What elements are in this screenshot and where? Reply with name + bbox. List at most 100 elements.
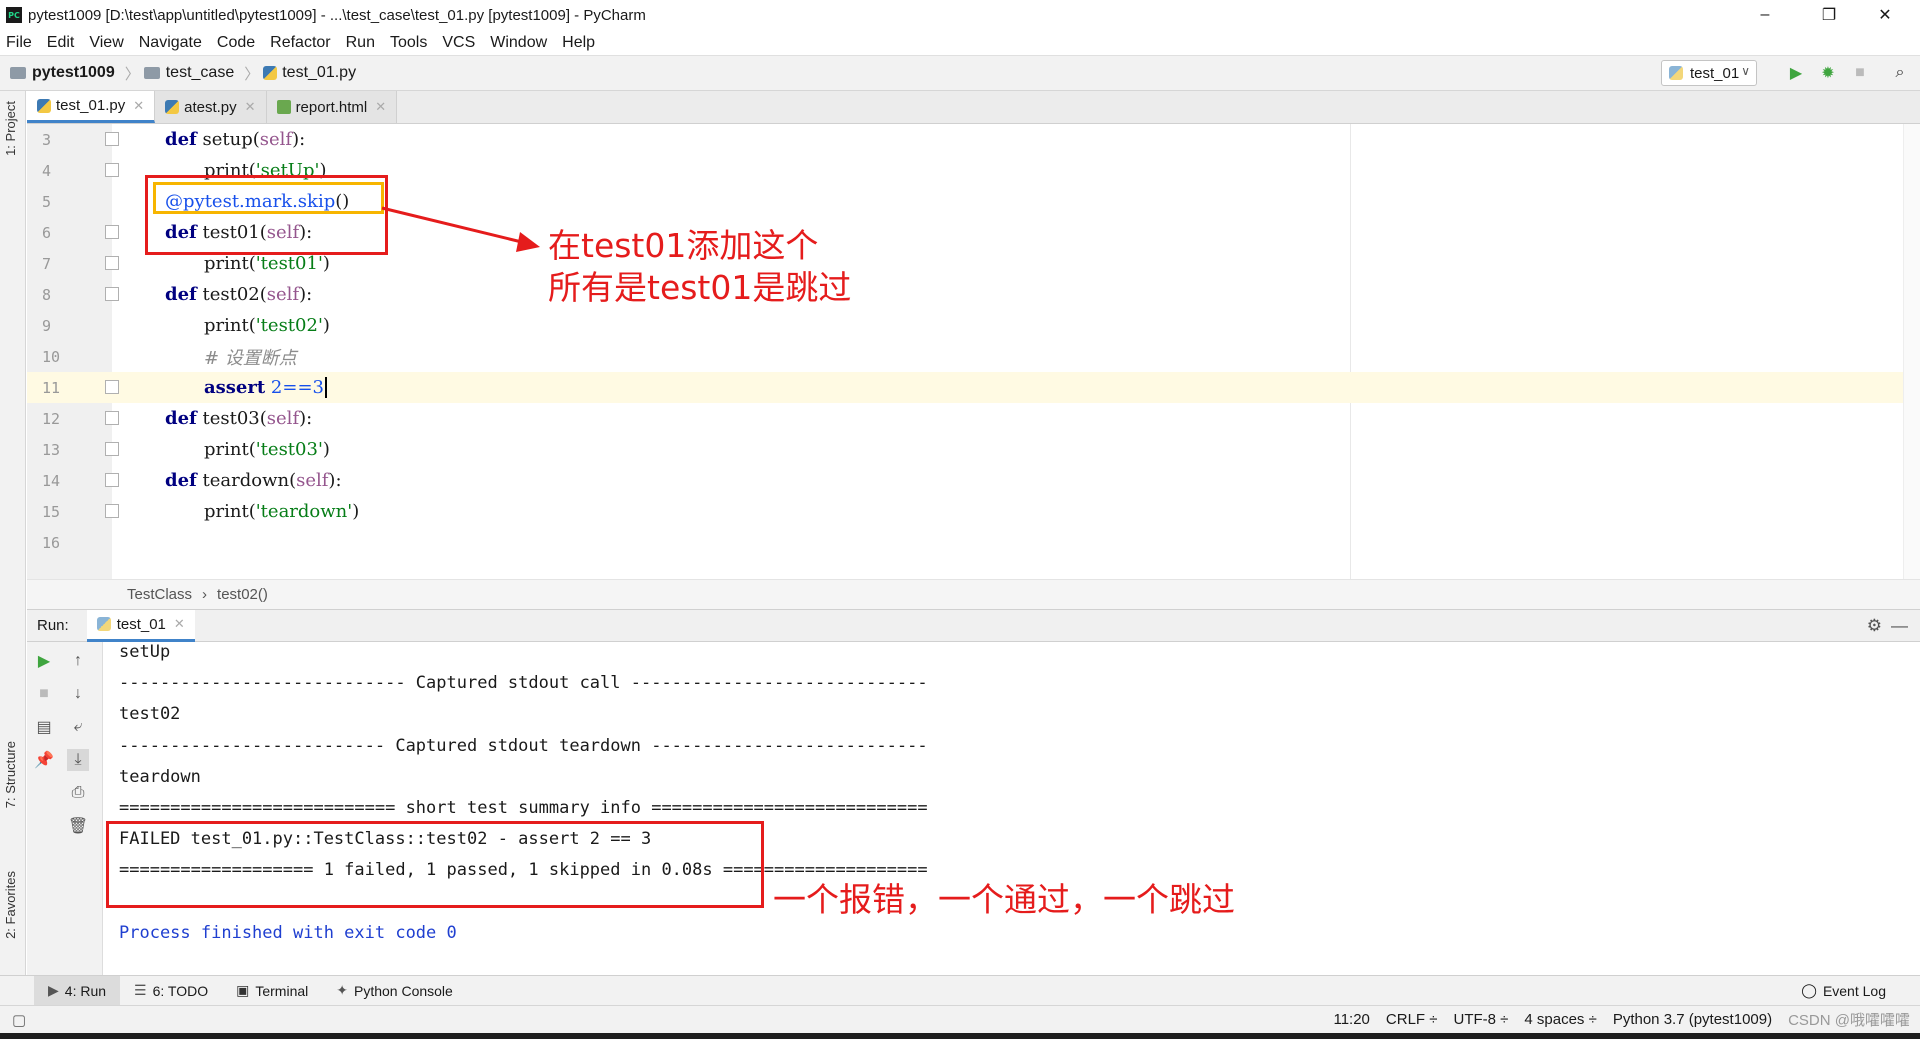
menu-file[interactable]: File: [6, 34, 32, 52]
breadcrumb-method[interactable]: test02(): [217, 586, 268, 603]
console-line: test02: [119, 704, 181, 724]
scroll-to-end-icon[interactable]: ⤓: [67, 749, 89, 771]
soft-wrap-icon[interactable]: ⤶: [67, 716, 89, 738]
restore-button[interactable]: ❐: [1806, 0, 1852, 30]
event-log-tab[interactable]: ◯ Event Log: [1787, 976, 1900, 1006]
structure-tool-tab[interactable]: 7: Structure: [3, 741, 18, 808]
console-exit-line: Process finished with exit code 0: [119, 923, 457, 943]
print-icon[interactable]: ⎙: [67, 782, 89, 804]
bottom-tab-label: Python Console: [353, 982, 453, 999]
line-number: 5: [42, 192, 52, 211]
close-tab-icon[interactable]: ✕: [174, 616, 185, 632]
menu-vcs[interactable]: VCS: [442, 34, 475, 52]
stop-icon[interactable]: ■: [33, 683, 55, 705]
close-tab-icon[interactable]: ✕: [133, 98, 144, 114]
close-tab-icon[interactable]: ✕: [375, 99, 386, 115]
favorites-tool-tab[interactable]: 2: Favorites: [3, 871, 18, 939]
code-line: 10 # 设置断点: [27, 341, 1903, 372]
bottom-tab-todo[interactable]: ☰ 6: TODO: [120, 976, 222, 1006]
project-tool-tab[interactable]: 1: Project: [3, 101, 18, 156]
pin-icon[interactable]: 📌: [33, 749, 55, 771]
fold-marker[interactable]: [105, 411, 119, 425]
code-line: 14 def teardown(self):: [27, 465, 1903, 496]
rerun-icon[interactable]: ▶: [33, 650, 55, 672]
indent-setting[interactable]: 4 spaces ÷: [1524, 1011, 1596, 1028]
window-title: pytest1009 [D:\test\app\untitled\pytest1…: [28, 6, 646, 24]
line-number: 12: [42, 409, 61, 428]
menu-code[interactable]: Code: [217, 34, 255, 52]
fold-marker[interactable]: [105, 287, 119, 301]
cursor-position[interactable]: 11:20: [1333, 1011, 1369, 1028]
tab-report-html[interactable]: report.html ✕: [266, 91, 398, 123]
string-literal: 'test01': [255, 253, 323, 274]
run-console[interactable]: setUp ---------------------------- Captu…: [103, 642, 1903, 975]
code-line-current: 11 assert 2==3: [27, 372, 1903, 403]
code-line: 16: [27, 527, 1903, 558]
menu-run[interactable]: Run: [346, 34, 375, 52]
code-editor[interactable]: 3 def setup(self): 4 print('setUp') 5 @p…: [27, 124, 1903, 579]
trash-icon[interactable]: 🗑: [67, 815, 89, 837]
gear-icon[interactable]: ⚙: [1867, 616, 1882, 636]
menu-tools[interactable]: Tools: [390, 34, 427, 52]
close-button[interactable]: ✕: [1862, 0, 1908, 30]
menu-help[interactable]: Help: [562, 34, 595, 52]
bottom-tab-terminal[interactable]: ▣ Terminal: [222, 976, 322, 1006]
fold-marker[interactable]: [105, 473, 119, 487]
nav-file[interactable]: test_01.py: [263, 64, 356, 82]
watermark: CSDN @哦嚯嚯嚯: [1788, 1012, 1910, 1029]
down-arrow-icon[interactable]: ↓: [67, 683, 89, 705]
run-icon[interactable]: ▶: [1786, 63, 1806, 83]
terminal-icon: ▣: [236, 982, 250, 998]
fold-marker[interactable]: [105, 380, 119, 394]
code-punct: ): [322, 439, 330, 460]
bottom-tab-python-console[interactable]: ✦ Python Console: [322, 976, 467, 1006]
code-line: 15 print('teardown'): [27, 496, 1903, 527]
toggle-tool-windows-icon[interactable]: ▢: [12, 1011, 26, 1029]
line-number: 14: [42, 471, 61, 490]
minimize-button[interactable]: –: [1742, 0, 1788, 30]
fold-marker[interactable]: [105, 163, 119, 177]
nav-project[interactable]: pytest1009: [10, 64, 115, 82]
nav-folder[interactable]: test_case: [143, 64, 234, 82]
run-tab-test-01[interactable]: test_01 ✕: [86, 609, 195, 642]
method-name: test02(: [196, 284, 267, 305]
breadcrumb-class[interactable]: TestClass: [127, 586, 192, 603]
close-tab-icon[interactable]: ✕: [245, 99, 256, 115]
python-interpreter[interactable]: Python 3.7 (pytest1009): [1613, 1011, 1772, 1028]
menu-refactor[interactable]: Refactor: [270, 34, 330, 52]
minimize-panel-icon[interactable]: —: [1891, 616, 1908, 636]
line-separator[interactable]: CRLF ÷: [1386, 1011, 1438, 1028]
console-line: teardown: [119, 767, 201, 787]
menu-window[interactable]: Window: [490, 34, 547, 52]
fold-marker[interactable]: [105, 225, 119, 239]
menu-navigate[interactable]: Navigate: [139, 34, 202, 52]
python-config-icon: [1669, 66, 1683, 80]
fold-marker[interactable]: [105, 256, 119, 270]
fold-marker[interactable]: [105, 504, 119, 518]
tab-atest-py[interactable]: atest.py ✕: [155, 91, 267, 123]
stop-icon[interactable]: ■: [1850, 63, 1870, 83]
menu-edit[interactable]: Edit: [47, 34, 75, 52]
python-file-icon: [263, 66, 278, 80]
run-config-select[interactable]: test_01 ∨: [1661, 60, 1757, 86]
fold-marker[interactable]: [105, 132, 119, 146]
string-literal: 'teardown': [255, 501, 353, 522]
menu-view[interactable]: View: [89, 34, 123, 52]
up-arrow-icon[interactable]: ↑: [67, 650, 89, 672]
search-icon[interactable]: ⌕: [1890, 63, 1910, 83]
string-literal: 'test03': [255, 439, 323, 460]
bottom-tab-run[interactable]: ▶ 4: Run: [34, 975, 121, 1006]
line-number: 3: [42, 130, 52, 149]
editor-scrollbar[interactable]: [1903, 124, 1920, 579]
debug-icon[interactable]: ✹: [1818, 63, 1838, 83]
folder-icon: [143, 67, 160, 79]
tab-label: atest.py: [184, 98, 237, 116]
fold-marker[interactable]: [105, 442, 119, 456]
run-label: Run:: [37, 617, 69, 634]
layout-icon[interactable]: ▤: [33, 716, 55, 738]
python-icon: ✦: [336, 982, 348, 998]
file-encoding[interactable]: UTF-8 ÷: [1453, 1011, 1508, 1028]
tab-test-01-py[interactable]: test_01.py ✕: [27, 91, 156, 123]
tab-label: test_01.py: [56, 97, 126, 114]
left-tool-strip: 1: Project 7: Structure 2: Favorites: [0, 91, 26, 975]
